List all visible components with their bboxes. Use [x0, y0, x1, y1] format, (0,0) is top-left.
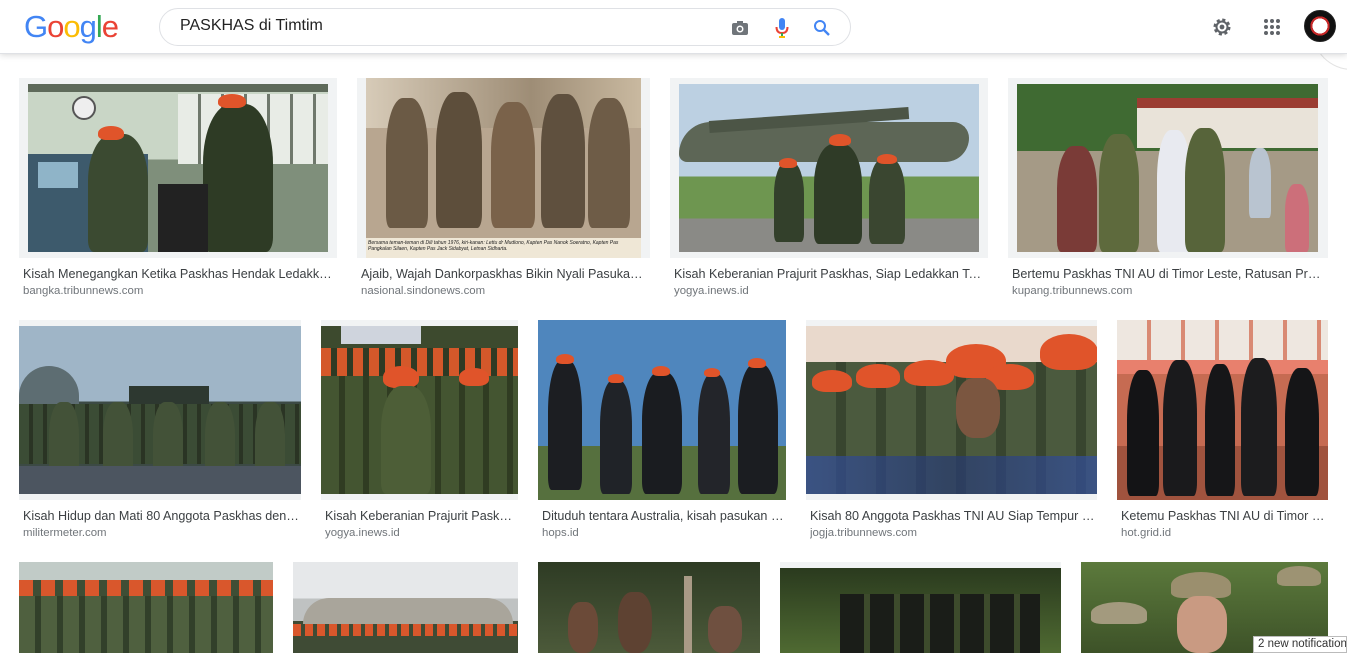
- thumbnail-image: [780, 568, 1061, 653]
- image-result[interactable]: [780, 562, 1061, 653]
- thumbnail-image: [1017, 84, 1318, 252]
- image-result[interactable]: Kisah Keberanian Prajurit Paskhas yogya.…: [321, 320, 518, 544]
- result-domain: nasional.sindonews.com: [361, 285, 486, 297]
- image-result[interactable]: Kisah Menegangkan Ketika Paskhas Hendak …: [19, 78, 337, 300]
- logo-letter: G: [24, 9, 48, 44]
- result-caption[interactable]: Kisah Menegangkan Ketika Paskhas Hendak …: [23, 267, 335, 281]
- logo-letter: o: [63, 9, 80, 44]
- search-box: [159, 8, 851, 46]
- thumbnail-frame: [293, 562, 518, 653]
- search-icon[interactable]: [809, 15, 835, 41]
- image-result[interactable]: Ketemu Paskhas TNI AU di Timor Leste hot…: [1117, 320, 1328, 544]
- result-domain: jogja.tribunnews.com: [810, 527, 917, 539]
- top-bar: Google: [0, 0, 1347, 54]
- thumbnail-frame: [1008, 78, 1328, 258]
- thumbnail-frame: [321, 320, 518, 500]
- thumbnail-image: [293, 562, 518, 653]
- thumbnail-frame: [19, 562, 273, 653]
- microphone-icon[interactable]: [769, 15, 795, 41]
- result-domain: militermeter.com: [23, 527, 107, 539]
- logo-letter: g: [79, 9, 97, 44]
- thumbnail-frame: [670, 78, 988, 258]
- image-result[interactable]: Kisah 80 Anggota Paskhas TNI AU Siap Tem…: [806, 320, 1097, 544]
- result-caption[interactable]: Kisah Hidup dan Mati 80 Anggota Paskhas …: [23, 509, 299, 523]
- thumbnail-image: Bersama teman-teman di Dili tahun 1976, …: [366, 78, 641, 258]
- image-result[interactable]: Bertemu Paskhas TNI AU di Timor Leste, R…: [1008, 78, 1328, 300]
- thumbnail-image: [321, 326, 518, 494]
- thumbnail-image: [28, 84, 328, 252]
- result-domain: yogya.inews.id: [325, 527, 400, 539]
- thumbnail-frame: [806, 320, 1097, 500]
- result-domain: hot.grid.id: [1121, 527, 1172, 539]
- thumbnail-frame: [1117, 320, 1328, 500]
- result-caption[interactable]: Ketemu Paskhas TNI AU di Timor Leste: [1121, 509, 1326, 523]
- thumbnail-image: [679, 84, 979, 252]
- result-caption[interactable]: Bertemu Paskhas TNI AU di Timor Leste, R…: [1012, 267, 1326, 281]
- logo-letter: e: [101, 9, 119, 44]
- thumbnail-frame: [780, 562, 1061, 653]
- settings-gear-icon[interactable]: [1207, 12, 1237, 42]
- result-domain: bangka.tribunnews.com: [23, 285, 144, 297]
- result-domain: hops.id: [542, 527, 579, 539]
- thumbnail-frame: [538, 562, 760, 653]
- image-result[interactable]: [538, 562, 760, 653]
- result-caption[interactable]: Kisah Keberanian Prajurit Paskhas, Siap …: [674, 267, 986, 281]
- result-caption[interactable]: Kisah 80 Anggota Paskhas TNI AU Siap Tem…: [810, 509, 1095, 523]
- result-caption[interactable]: Dituduh tentara Australia, kisah pasukan…: [542, 509, 784, 523]
- account-avatar[interactable]: [1304, 10, 1336, 42]
- result-domain: yogya.inews.id: [674, 285, 749, 297]
- notification-toast[interactable]: 2 new notifications: [1253, 636, 1347, 653]
- thumbnail-frame: [19, 320, 301, 500]
- image-result[interactable]: [293, 562, 518, 653]
- result-caption[interactable]: Kisah Keberanian Prajurit Paskhas: [325, 509, 516, 523]
- image-result[interactable]: Kisah Keberanian Prajurit Paskhas, Siap …: [670, 78, 988, 300]
- image-result[interactable]: Bersama teman-teman di Dili tahun 1976, …: [357, 78, 650, 300]
- thumbnail-frame: [19, 78, 337, 258]
- result-caption[interactable]: Ajaib, Wajah Dankorpaskhas Bikin Nyali P…: [361, 267, 644, 281]
- thumbnail-frame: Bersama teman-teman di Dili tahun 1976, …: [357, 78, 650, 258]
- thumbnail-image: [538, 320, 786, 500]
- search-input[interactable]: [180, 17, 720, 35]
- result-domain: kupang.tribunnews.com: [1012, 285, 1133, 297]
- thumbnail-image: [1117, 320, 1328, 500]
- thumbnail-frame: [538, 320, 786, 500]
- image-result[interactable]: Dituduh tentara Australia, kisah pasukan…: [538, 320, 786, 544]
- logo-letter: o: [47, 9, 64, 44]
- thumbnail-image: [538, 562, 760, 653]
- image-result[interactable]: [19, 562, 273, 653]
- thumbnail-image: [806, 326, 1097, 494]
- camera-icon[interactable]: [727, 15, 753, 41]
- thumbnail-photo-caption: Bersama teman-teman di Dili tahun 1976, …: [368, 240, 619, 252]
- apps-grid-icon[interactable]: [1257, 12, 1287, 42]
- thumbnail-image: [19, 562, 273, 653]
- google-logo[interactable]: Google: [24, 9, 119, 45]
- thumbnail-image: [19, 326, 301, 494]
- image-result[interactable]: Kisah Hidup dan Mati 80 Anggota Paskhas …: [19, 320, 301, 544]
